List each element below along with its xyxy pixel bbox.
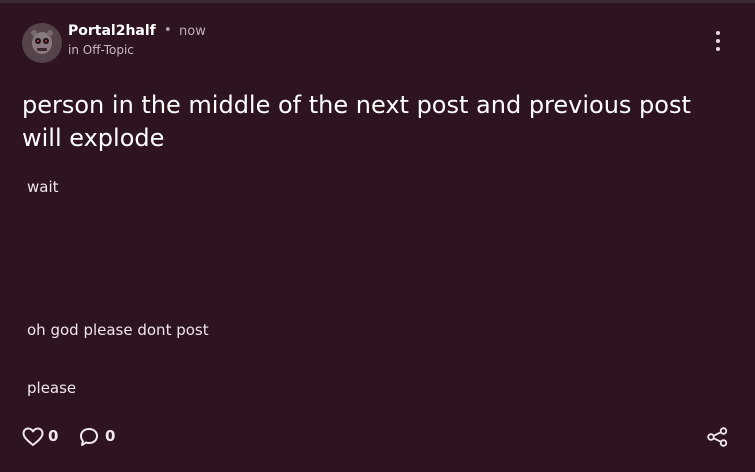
post-card <box>0 3 755 472</box>
author-avatar[interactable] <box>22 23 62 63</box>
post-body-line: please <box>27 379 77 397</box>
avatar-character-icon <box>22 23 62 63</box>
comment-bubble-icon[interactable] <box>79 427 99 447</box>
share-icon[interactable] <box>707 427 728 447</box>
comment-count: 0 <box>105 427 116 445</box>
post-body-line: wait <box>27 178 59 196</box>
kebab-dot <box>716 39 720 43</box>
community-link[interactable]: in Off-Topic <box>68 43 134 57</box>
like-count: 0 <box>48 427 59 445</box>
heart-icon[interactable] <box>22 427 44 447</box>
kebab-dot <box>716 47 720 51</box>
author-name[interactable]: Portal2half <box>68 23 156 39</box>
more-options-button[interactable] <box>710 31 726 55</box>
kebab-dot <box>716 31 720 35</box>
post-body-line: oh god please dont post <box>27 321 209 339</box>
meta-separator: • <box>164 23 172 38</box>
post-timestamp: now <box>179 24 206 39</box>
post-title: person in the middle of the next post an… <box>22 91 691 152</box>
